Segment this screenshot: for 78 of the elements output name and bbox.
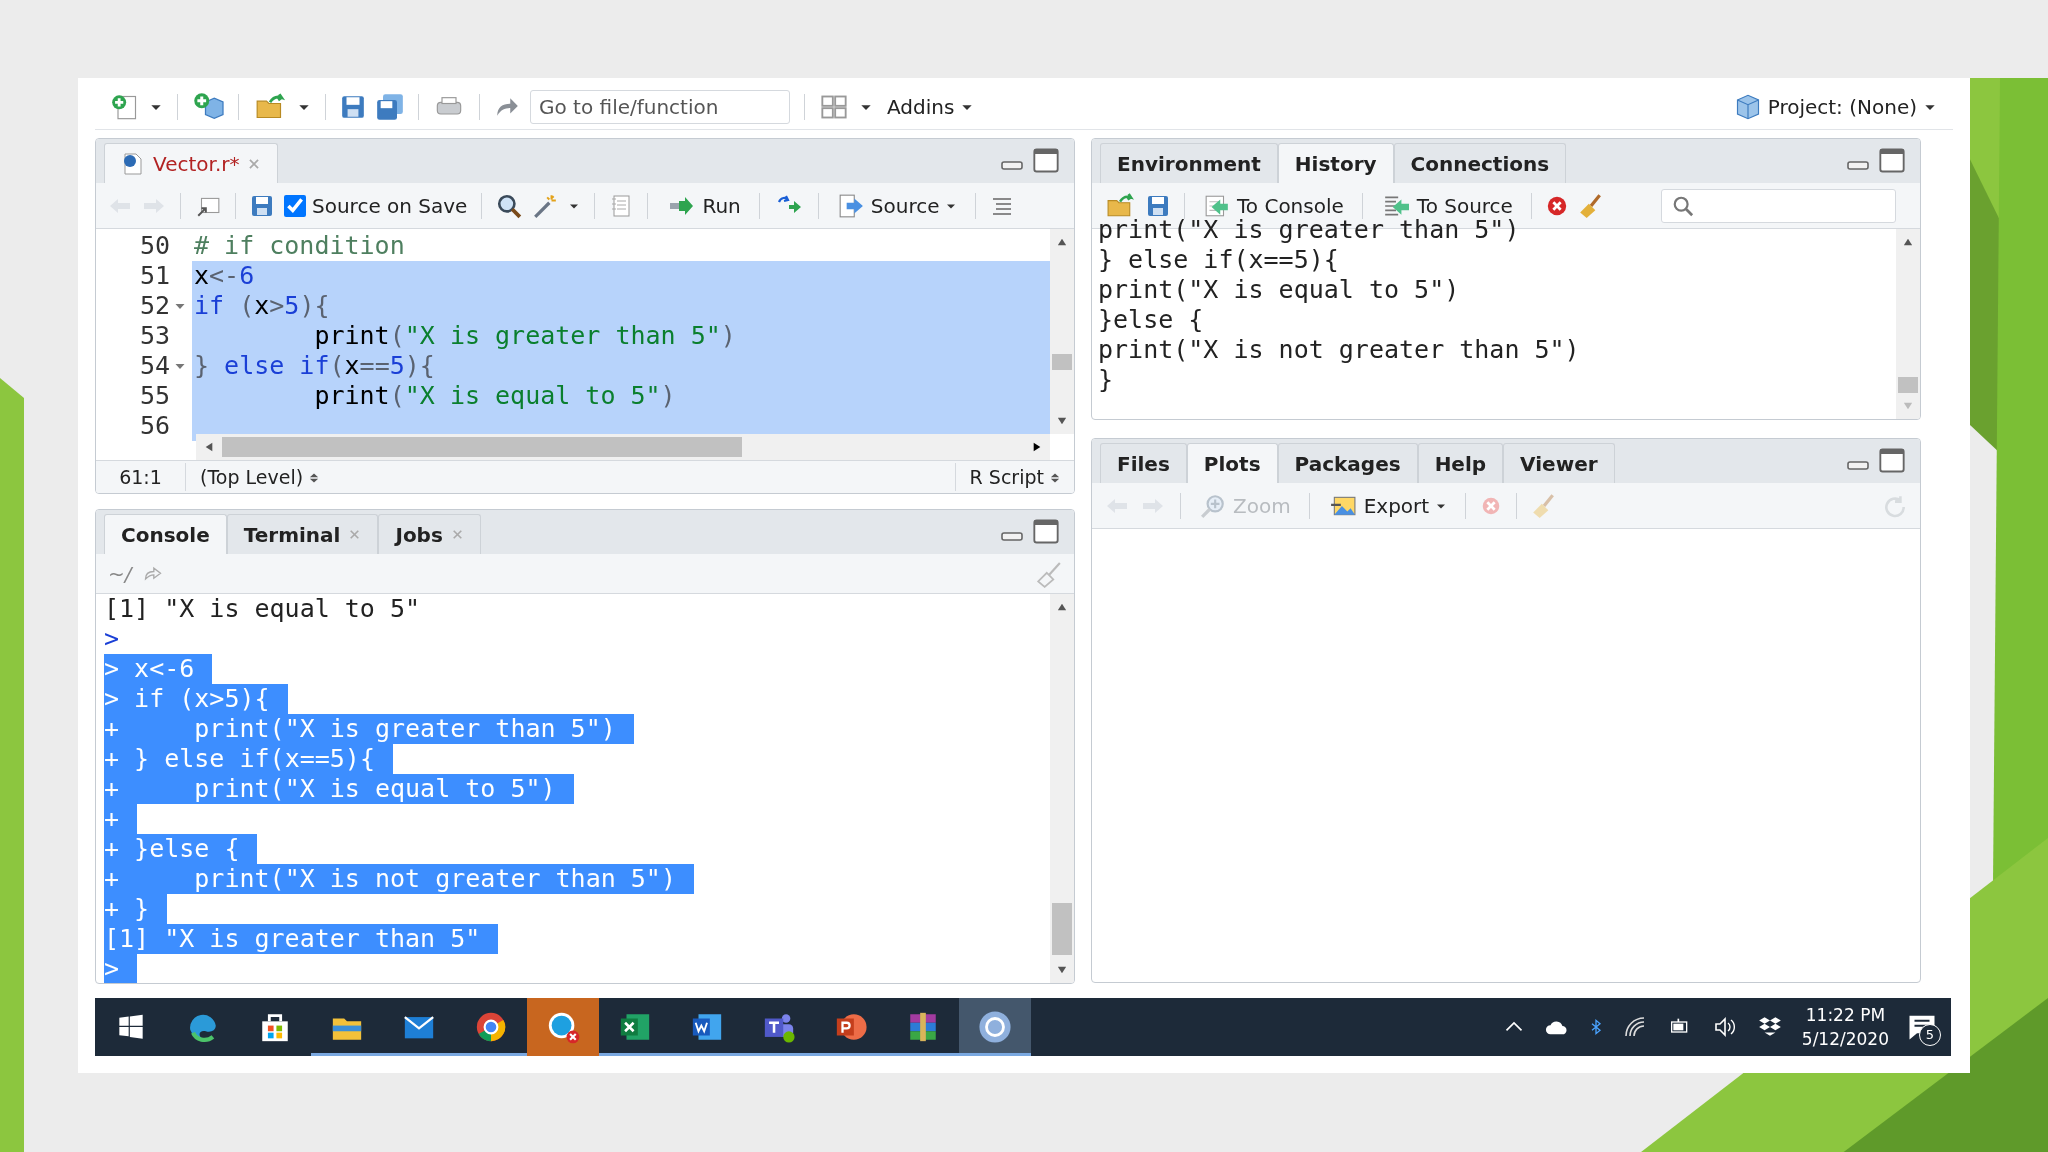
search-field[interactable]	[1661, 188, 1896, 223]
history-line[interactable]: print("X is equal to 5")	[1098, 275, 1460, 304]
clock-date[interactable]: 5/12/2020	[1801, 1027, 1889, 1051]
open-folder-icon[interactable]	[1104, 192, 1136, 219]
console-tab[interactable]: Jobs	[378, 514, 481, 554]
pane-tab[interactable]: Plots	[1186, 443, 1278, 483]
line-number: 55	[138, 381, 171, 411]
code-line: # if condition	[193, 231, 406, 261]
maximize-icon[interactable]	[1878, 147, 1906, 175]
pane-tab[interactable]: Viewer	[1503, 443, 1615, 483]
scope-selector[interactable]: (Top Level)	[186, 462, 334, 492]
chat-bubble-icon[interactable]	[546, 1010, 580, 1044]
cursor-position: 61:1	[96, 462, 186, 492]
maximize-icon[interactable]	[1032, 518, 1060, 546]
addins-menu[interactable]: Addins	[883, 91, 979, 122]
history-line[interactable]: print("X is greater than 5")	[1098, 215, 1520, 244]
source-button[interactable]: Source	[832, 190, 962, 221]
scrollbar[interactable]	[1896, 229, 1920, 419]
checkbox-label[interactable]: Source on Save	[312, 190, 468, 221]
save-icon[interactable]	[1146, 193, 1170, 218]
pane-tab[interactable]: Help	[1417, 443, 1504, 483]
scroll-up-icon[interactable]	[1901, 237, 1915, 247]
scroll-up-icon[interactable]	[1055, 602, 1069, 612]
scroll-down-icon[interactable]	[1055, 965, 1069, 975]
scrollbar[interactable]	[1050, 229, 1074, 434]
file-type-selector[interactable]: R Script	[954, 462, 1074, 492]
pane-tab[interactable]: History	[1277, 143, 1394, 183]
console-line: [1] "X is equal to 5"	[104, 594, 422, 624]
circle-icon[interactable]	[978, 1010, 1012, 1044]
line-number: 50	[138, 231, 171, 261]
run-button[interactable]: Run	[662, 190, 745, 221]
history-line[interactable]: }	[1098, 365, 1114, 394]
pane-tab[interactable]: Files	[1100, 443, 1187, 483]
scroll-thumb[interactable]	[1052, 903, 1072, 955]
search-icon[interactable]	[496, 192, 523, 219]
scroll-thumb[interactable]	[1052, 353, 1072, 370]
delete-icon[interactable]	[1545, 194, 1568, 217]
history-line[interactable]: }else {	[1098, 305, 1204, 334]
project-menu[interactable]: Project: (None)	[1729, 91, 1941, 122]
line-number: 54	[96, 351, 192, 381]
line-number: 56	[138, 411, 171, 441]
checkbox[interactable]	[284, 194, 306, 217]
line-number: 51	[138, 261, 171, 291]
scroll-down-icon[interactable]	[1055, 416, 1069, 426]
clock-time[interactable]: 11:22 PM	[1801, 1003, 1889, 1027]
taskbar-app[interactable]	[959, 998, 1031, 1056]
go-to-file-field[interactable]: Go to file/function	[530, 89, 790, 124]
broom-icon[interactable]	[1577, 192, 1604, 219]
console-line: >	[104, 624, 121, 654]
maximize-icon[interactable]	[1032, 147, 1060, 175]
scroll-left-icon[interactable]	[204, 440, 214, 454]
console-tab[interactable]: Terminal	[226, 514, 379, 554]
export-button[interactable]: Export	[1323, 490, 1452, 521]
scroll-right-icon[interactable]	[1032, 440, 1042, 454]
new-project-icon[interactable]	[192, 91, 224, 122]
console-tab[interactable]: Console	[104, 514, 227, 554]
save-icon[interactable]	[340, 93, 366, 120]
save-icon[interactable]	[250, 193, 274, 218]
line-number: 52	[96, 291, 192, 321]
new-file-icon[interactable]	[111, 92, 139, 121]
history-line[interactable]: } else if(x==5){	[1098, 245, 1339, 274]
save-all-icon[interactable]	[376, 92, 404, 121]
horizontal-scrollbar[interactable]	[196, 434, 1050, 460]
search-icon	[1672, 194, 1694, 217]
line-number: 53	[138, 321, 171, 351]
pane-tab[interactable]: Environment	[1100, 143, 1278, 183]
pane-tab[interactable]: Connections	[1393, 143, 1567, 183]
maximize-icon[interactable]	[1878, 447, 1906, 475]
notification-count: 5	[1919, 1024, 1941, 1046]
magic-wand-icon[interactable]	[532, 192, 559, 219]
scroll-thumb[interactable]	[222, 437, 742, 457]
scroll-thumb[interactable]	[1898, 377, 1918, 393]
history-line[interactable]: print("X is not greater than 5")	[1098, 335, 1580, 364]
scrollbar[interactable]	[1050, 594, 1074, 983]
windows-logo-icon[interactable]	[117, 1013, 145, 1041]
scroll-up-icon[interactable]	[1055, 237, 1069, 247]
circle-icon[interactable]	[474, 1010, 508, 1044]
pane-tab[interactable]: Packages	[1277, 443, 1418, 483]
